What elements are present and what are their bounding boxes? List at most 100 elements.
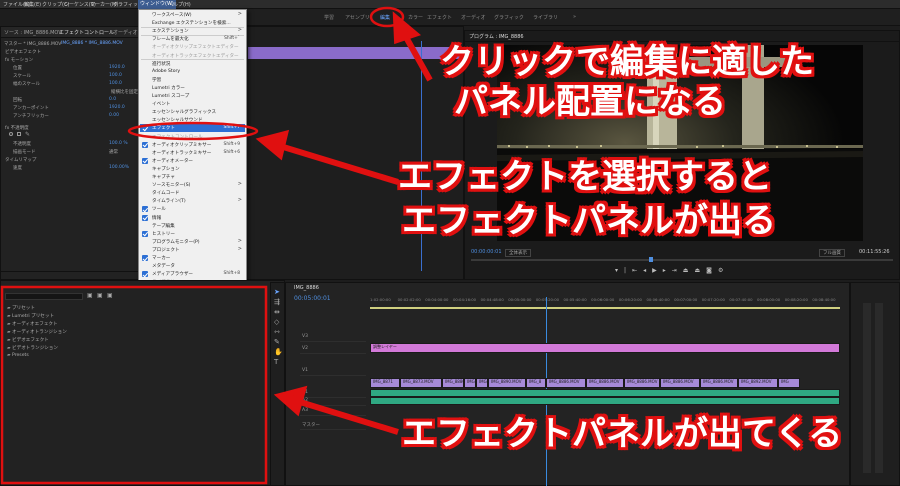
opacity-value[interactable]: 100.0 % [109, 141, 128, 146]
workspace-effects[interactable]: エフェクト [427, 14, 452, 21]
window-menu-item[interactable]: ソースモニター(S) [152, 182, 190, 188]
window-menu-item[interactable]: エフェクト [152, 125, 175, 131]
position-value[interactable]: 1920.0 [109, 65, 125, 70]
workspace-graphics[interactable]: グラフィック [494, 14, 524, 21]
camera-icon[interactable]: ◙ [706, 267, 718, 274]
audio-clip-a1[interactable] [370, 389, 840, 397]
rectangle-mask-icon[interactable] [17, 132, 21, 136]
extract-icon[interactable]: ⏏ [694, 267, 706, 274]
motion-row[interactable]: fx モーション [5, 57, 33, 63]
ellipse-mask-icon[interactable] [9, 132, 13, 136]
video-clip[interactable]: IMG_8886.MOV [660, 378, 700, 388]
lift-icon[interactable]: ⏏ [683, 267, 695, 274]
timeline-timecode[interactable]: 00:05:00:01 [294, 295, 331, 302]
workspace-color[interactable]: カラー [408, 14, 423, 21]
window-menu-item[interactable]: Adobe Story [152, 69, 180, 74]
video-clip[interactable]: IMG_8873.MOV [400, 378, 442, 388]
pen-tool-icon[interactable]: ✎ [274, 337, 283, 347]
video-clip[interactable]: IMG_8886.MOV [586, 378, 624, 388]
window-menu-item[interactable]: 進行状況 [152, 61, 170, 67]
timeline-tab[interactable]: IMG_8886 [294, 285, 319, 291]
time-remap-row[interactable]: タイムリマップ [5, 157, 36, 163]
go-to-out-icon[interactable]: ⇥ [672, 267, 683, 274]
slip-tool-icon[interactable]: ⇿ [274, 327, 283, 337]
effects-folder[interactable]: ▰ Lumetri プリセット [7, 313, 54, 319]
uniform-scale-checkbox[interactable]: 縦横比を固定 [111, 89, 138, 95]
window-menu-item[interactable]: タイムコード [152, 190, 179, 196]
window-menu-item[interactable]: 情報 [152, 215, 161, 221]
window-menu-item[interactable]: メディアブラウザー [152, 271, 193, 277]
video-clip[interactable]: IMG_8 [526, 378, 546, 388]
program-scrubber[interactable] [471, 259, 893, 261]
window-menu-item[interactable]: オーディオクリップミキサー [152, 142, 211, 148]
video-clip[interactable]: IMG_8886.MOV [546, 378, 586, 388]
window-menu-item[interactable]: プロジェクト [152, 247, 180, 253]
track-select-icon[interactable]: ⇶ [274, 297, 283, 307]
window-menu-item[interactable]: オーディオクリップエフェクトエディター [152, 44, 239, 50]
video-clip[interactable]: IMG [464, 378, 476, 388]
mark-out-icon[interactable]: | [624, 267, 632, 274]
window-menu-item[interactable]: エッセンシャルグラフィックス [152, 109, 216, 115]
program-playhead[interactable] [649, 257, 653, 262]
video-clip[interactable]: IMG_8886.MOV [700, 378, 738, 388]
track-header[interactable]: V1 [300, 367, 366, 376]
window-menu-item[interactable]: ヒストリー [152, 231, 175, 237]
window-menu-item[interactable]: エフェクトコントロール [152, 134, 203, 140]
video-clip[interactable]: IMG_8892.MOV [738, 378, 778, 388]
window-menu-item[interactable]: マーカー [152, 255, 170, 261]
settings-icon[interactable]: ⚙ [718, 267, 729, 274]
selection-tool-icon[interactable]: ➤ [274, 287, 283, 297]
audio-clip-a2[interactable] [370, 397, 840, 405]
adjustment-layer-clip[interactable]: 調整レイヤー [370, 343, 840, 353]
window-menu-item[interactable]: エクステンション [152, 28, 189, 34]
type-tool-icon[interactable]: T [274, 357, 283, 367]
video-clip[interactable]: IMG_8880 [442, 378, 464, 388]
step-back-icon[interactable]: ◂ [643, 267, 652, 274]
program-monitor-title[interactable]: プログラム : IMG_8886 [469, 33, 524, 40]
accelerated-icon[interactable]: ▣ [97, 292, 103, 299]
window-menu-item[interactable]: ワークスペース(W) [152, 12, 192, 18]
window-menu-item[interactable]: オーディオメーター [152, 158, 193, 164]
step-forward-icon[interactable]: ▸ [663, 267, 672, 274]
effects-folder[interactable]: ▰ オーディオエフェクト [7, 321, 58, 327]
timeline-ruler[interactable]: 1:02:00:00 00:02:02:00 00:04:00:00 00:04:16… [370, 297, 840, 305]
mark-in-icon[interactable]: ▾ [615, 267, 624, 274]
effects-folder[interactable]: ▰ ビデオトランジション [7, 345, 58, 351]
window-menu-item[interactable]: プログラムモニター(P) [152, 239, 200, 245]
workspace-audio[interactable]: オーディオ [461, 14, 486, 21]
video-clip[interactable]: IMG_8886.MOV [624, 378, 660, 388]
video-clip[interactable]: IMG [778, 378, 800, 388]
speed-value[interactable]: 100.00% [109, 165, 129, 170]
window-menu-item[interactable]: Exchange エクステンションを検索... [152, 20, 231, 26]
window-menu-item[interactable]: テープ編集 [152, 223, 175, 229]
window-menu-item[interactable]: オーディオトラックエフェクトエディター [152, 53, 239, 59]
window-menu-item[interactable]: メタデータ [152, 263, 175, 269]
window-menu-item[interactable]: エッセンシャルサウンド [152, 117, 203, 123]
track-header[interactable]: V3 [300, 333, 366, 342]
menu-help[interactable]: ヘルプ(H) [168, 1, 191, 8]
blend-mode-value[interactable]: 通常 [109, 149, 118, 155]
window-menu-item[interactable]: フレームを最大化 [152, 36, 189, 42]
scale-width-value[interactable]: 100.0 [109, 81, 122, 86]
track-header[interactable]: V2 [300, 345, 366, 354]
window-menu-item[interactable]: 学習 [152, 77, 161, 83]
window-menu-item[interactable]: タイムライン(T) [152, 198, 186, 204]
anti-flicker-value[interactable]: 0.00 [109, 113, 119, 118]
tab-source[interactable]: ソース : IMG_8886.MOV [4, 29, 62, 36]
track-header[interactable]: A2 [300, 397, 366, 406]
window-menu-item[interactable]: Lumetri スコープ [152, 93, 189, 99]
quality-dropdown[interactable]: フル画質 [819, 249, 845, 257]
track-header[interactable]: マスター [300, 421, 366, 430]
scale-value[interactable]: 100.0 [109, 73, 122, 78]
workspace-libraries[interactable]: ライブラリ [533, 14, 558, 21]
window-menu-item[interactable]: Lumetri カラー [152, 85, 185, 91]
razor-tool-icon[interactable]: ◇ [274, 317, 283, 327]
workspace-learn[interactable]: 学習 [324, 14, 334, 21]
effects-folder[interactable]: ▰ プリセット [7, 305, 35, 311]
rotation-value[interactable]: 0.0 [109, 97, 116, 102]
window-menu-item[interactable]: オーディオトラックミキサー [152, 150, 211, 156]
play-icon[interactable]: ▶ [652, 267, 663, 274]
window-menu-item[interactable]: ツール [152, 206, 166, 212]
video-clip[interactable]: IMG_8871 [370, 378, 400, 388]
ripple-edit-icon[interactable]: ⇹ [274, 307, 283, 317]
